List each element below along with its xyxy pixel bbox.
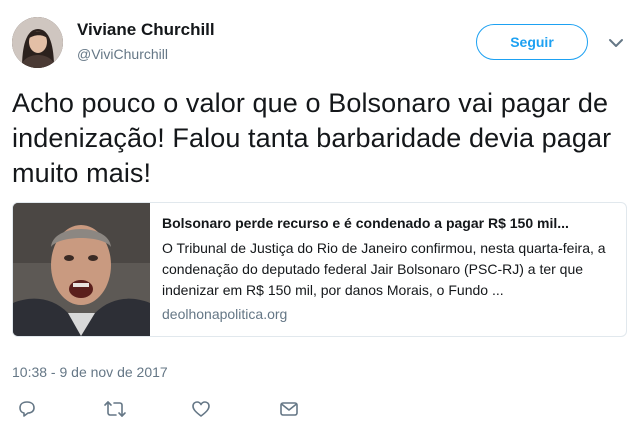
author-handle[interactable]: @ViviChurchill: [77, 46, 168, 62]
tweet-text: Acho pouco o valor que o Bolsonaro vai p…: [12, 88, 612, 188]
card-image: [13, 203, 150, 336]
like-icon[interactable]: [190, 398, 212, 420]
card-domain: deolhonapolitica.org: [162, 306, 288, 322]
follow-button[interactable]: Seguir: [476, 24, 588, 60]
timestamp[interactable]: 10:38 - 9 de nov de 2017: [12, 364, 168, 380]
reply-icon[interactable]: [16, 398, 38, 420]
card-title[interactable]: Bolsonaro perde recurso e é condenado a …: [162, 215, 617, 231]
avatar[interactable]: [12, 17, 63, 68]
card-description: O Tribunal de Justiça do Rio de Janeiro …: [162, 240, 606, 298]
chevron-down-icon[interactable]: [608, 36, 624, 48]
avatar-photo: [12, 17, 63, 68]
tweet: Viviane Churchill @ViviChurchill Seguir …: [0, 0, 642, 447]
link-card[interactable]: Bolsonaro perde recurso e é condenado a …: [12, 202, 627, 337]
direct-message-icon[interactable]: [278, 398, 300, 420]
author-name[interactable]: Viviane Churchill: [77, 20, 215, 40]
retweet-icon[interactable]: [103, 398, 127, 420]
